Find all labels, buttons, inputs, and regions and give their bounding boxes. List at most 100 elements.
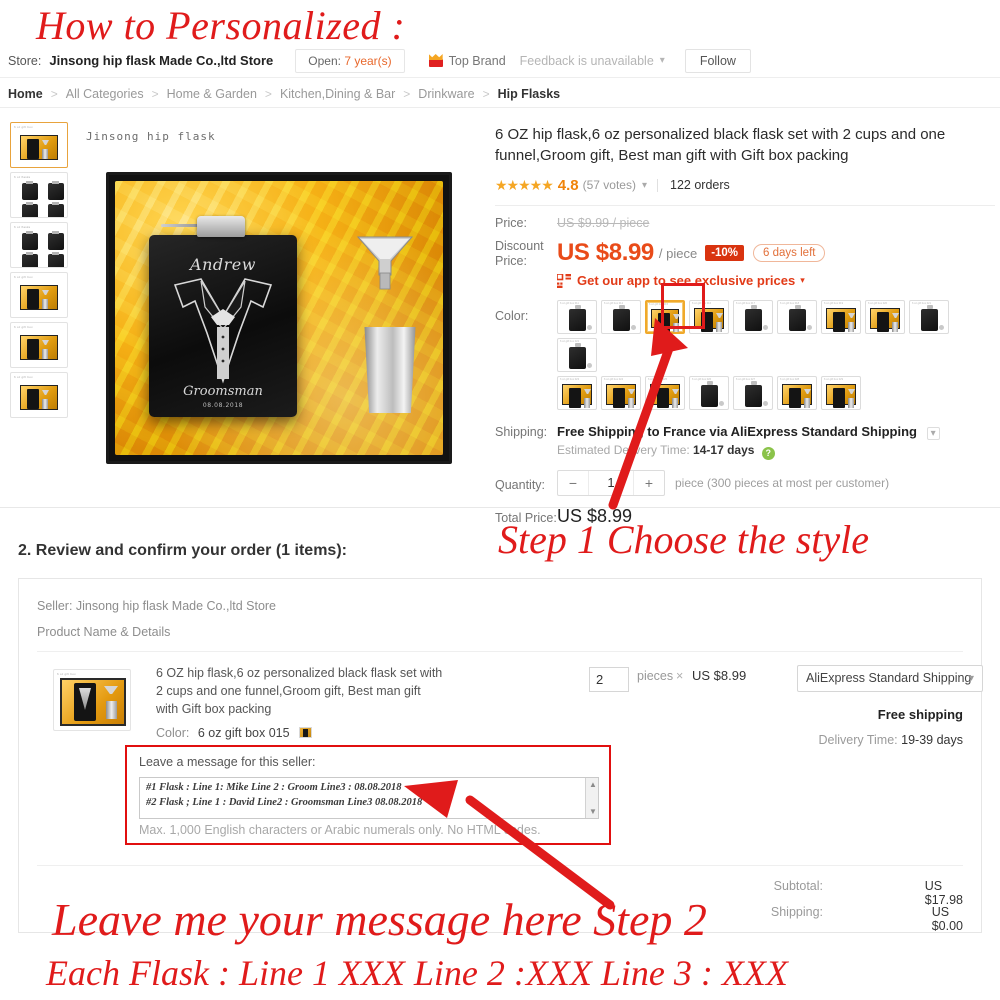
rating-value: 4.8	[557, 176, 579, 194]
engraved-name: Andrew	[190, 255, 256, 274]
color-swatch[interactable]: 6 oz gift box 024	[601, 376, 641, 410]
subtotal-label: Subtotal:	[773, 879, 823, 893]
help-icon[interactable]: ?	[761, 447, 775, 460]
breadcrumb-sep: >	[151, 86, 159, 101]
order-review-heading: 2. Review and confirm your order (1 item…	[18, 542, 347, 559]
swatch-label: 6 oz gift box 025	[648, 378, 668, 381]
quantity-stepper[interactable]: − 1 +	[557, 470, 665, 496]
thumbnail-item[interactable]: 6 oz flasks	[10, 172, 68, 218]
discount-price: US $8.99	[557, 239, 654, 266]
follow-button[interactable]: Follow	[684, 48, 751, 73]
swatch-label: 6 oz gift box 016	[692, 302, 712, 305]
color-swatch-selected[interactable]: 6 oz gift box 015	[645, 300, 685, 334]
chevron-down-icon[interactable]: ▾	[926, 427, 940, 440]
thumbnail-item[interactable]: 6 oz gift box	[10, 372, 68, 418]
breadcrumb-item-hip-flasks[interactable]: Hip Flasks	[498, 87, 561, 101]
color-swatch[interactable]: 6 oz gift box 021	[909, 300, 949, 334]
thumbnail-item[interactable]: 6 oz gift box	[10, 272, 68, 318]
shipping-method-select[interactable]: AliExpress Standard Shipping ▾	[797, 665, 983, 692]
scroll-up-icon[interactable]: ▲	[589, 780, 597, 789]
main-product-image[interactable]: Jinsong hip flask Andrew Groomsman 08.08…	[80, 122, 478, 492]
quantity-decrement-button[interactable]: −	[558, 475, 588, 491]
quantity-input[interactable]: 1	[588, 471, 634, 495]
thumbnail-item[interactable]: 6 oz gift box	[10, 122, 68, 168]
votes-count: (57 votes)	[582, 178, 636, 192]
divider	[495, 205, 995, 206]
price-label: Price:	[495, 216, 527, 230]
flask-cap	[197, 216, 245, 237]
days-left-badge: 6 days left	[753, 244, 826, 262]
product-info-column: 6 OZ hip flask,6 oz personalized black f…	[495, 124, 995, 534]
seller-message-hint: Max. 1,000 English characters or Arabic …	[139, 823, 541, 837]
thumbnail-item[interactable]: 6 oz flasks	[10, 222, 68, 268]
order-item-thumbnail[interactable]: 6 oz gift box	[53, 669, 131, 731]
shipping-cost-value: US $0.00	[931, 905, 963, 933]
color-swatch[interactable]: 6 oz gift box 011	[557, 300, 597, 334]
delivery-time-label: Delivery Time:	[818, 733, 898, 747]
star-rating-icon: ★★★★★	[495, 176, 554, 193]
swatch-label: 6 oz gift box 015	[649, 303, 669, 306]
color-swatch[interactable]: 6 oz gift box 012	[601, 300, 641, 334]
chevron-down-icon[interactable]: ▾	[660, 55, 665, 66]
breadcrumb-item-drinkware[interactable]: Drinkware	[418, 87, 474, 101]
price-row: Price: US $9.99 / piece	[495, 215, 995, 232]
thumbnail-gallery[interactable]: 6 oz gift box 6 oz flasks 6 oz flasks 6 oz …	[10, 122, 72, 422]
order-unit-price: US $8.99	[692, 668, 747, 683]
seller-message-annotation-frame: Leave a message for this seller: #1 Flas…	[125, 745, 611, 845]
quantity-label: Quantity:	[495, 478, 546, 492]
color-swatches-row-2[interactable]: 6 oz gift box 023 6 oz gift box 024 6 oz g…	[557, 376, 995, 414]
color-swatch[interactable]: 6 oz gift box 027	[733, 376, 773, 410]
breadcrumb-item-home[interactable]: Home	[8, 87, 43, 101]
color-swatches-row-1[interactable]: 6 oz gift box 011 6 oz gift box 012 6 oz g…	[557, 300, 995, 376]
gift-box-photo: Andrew Groomsman 08.08.2018	[106, 172, 452, 464]
discount-label-line1: Discount	[495, 239, 544, 253]
engraved-flask: Andrew Groomsman 08.08.2018	[149, 216, 297, 417]
color-swatch[interactable]: 6 oz gift box 022	[557, 338, 597, 372]
watermark-text: Jinsong hip flask	[86, 130, 216, 143]
open-prefix: Open:	[308, 53, 341, 68]
seller-message-label: Leave a message for this seller:	[139, 755, 316, 769]
scroll-down-icon[interactable]: ▼	[589, 807, 597, 816]
seller-message-textarea[interactable]: #1 Flask : Line 1: Mike Line 2 : Groom L…	[139, 777, 599, 819]
chevron-down-icon[interactable]: ▾	[800, 275, 805, 286]
swatch-label: 6 oz gift box 020	[868, 302, 888, 305]
product-title: 6 OZ hip flask,6 oz personalized black f…	[495, 126, 946, 164]
color-swatch[interactable]: 6 oz gift box 018	[777, 300, 817, 334]
color-swatch[interactable]: 6 oz gift box 016	[689, 300, 729, 334]
quantity-increment-button[interactable]: +	[634, 475, 664, 491]
breadcrumb-item-all-categories[interactable]: All Categories	[66, 87, 144, 101]
breadcrumb-sep: >	[403, 86, 411, 101]
color-swatch[interactable]: 6 oz gift box 029	[821, 376, 861, 410]
shipping-label: Shipping:	[495, 425, 548, 439]
color-swatch[interactable]: 6 oz gift box 028	[777, 376, 817, 410]
divider	[37, 651, 963, 652]
breadcrumb-sep: >	[264, 86, 272, 101]
color-swatch[interactable]: 6 oz gift box 026	[689, 376, 729, 410]
top-brand-badge: Top Brand	[428, 54, 506, 68]
order-item-name[interactable]: 6 OZ hip flask,6 oz personalized black f…	[156, 664, 446, 718]
divider	[657, 178, 659, 192]
order-quantity-input[interactable]: 2	[589, 667, 629, 692]
feedback-status: Feedback is unavailable	[519, 53, 654, 68]
app-promo-text: Get our app to see exclusive prices	[577, 273, 796, 288]
delivery-estimate: Estimated Delivery Time: 14-17 days ?	[557, 443, 995, 460]
color-swatch[interactable]: 6 oz gift box 017	[733, 300, 773, 334]
color-swatch[interactable]: 6 oz gift box 020	[865, 300, 905, 334]
store-name[interactable]: Jinsong hip flask Made Co.,ltd Store	[49, 53, 273, 68]
color-swatch[interactable]: 6 oz gift box 025	[645, 376, 685, 410]
breadcrumb-item-kitchen-dining-bar[interactable]: Kitchen,Dining & Bar	[280, 87, 395, 101]
color-swatch[interactable]: 6 oz gift box 023	[557, 376, 597, 410]
product-name-details-label: Product Name & Details	[37, 625, 171, 639]
breadcrumb-item-home-garden[interactable]: Home & Garden	[167, 87, 257, 101]
shipping-value: Free Shipping to France via AliExpress S…	[557, 424, 917, 439]
seller-message-line-1: #1 Flask : Line 1: Mike Line 2 : Groom L…	[146, 782, 402, 793]
app-promo-link[interactable]: Get our app to see exclusive prices ▾	[557, 273, 995, 288]
free-shipping-label: Free shipping	[877, 707, 963, 722]
textarea-scrollbar[interactable]: ▲ ▼	[585, 778, 598, 818]
thumbnail-item[interactable]: 6 oz gift box	[10, 322, 68, 368]
price-unit: / piece	[658, 245, 698, 261]
discount-price-row: Discount Price: US $8.99 / piece -10% 6 …	[495, 239, 995, 288]
chevron-down-icon[interactable]: ▾	[642, 180, 647, 191]
color-swatch[interactable]: 6 oz gift box 019	[821, 300, 861, 334]
orders-count[interactable]: 122 orders	[670, 178, 730, 192]
